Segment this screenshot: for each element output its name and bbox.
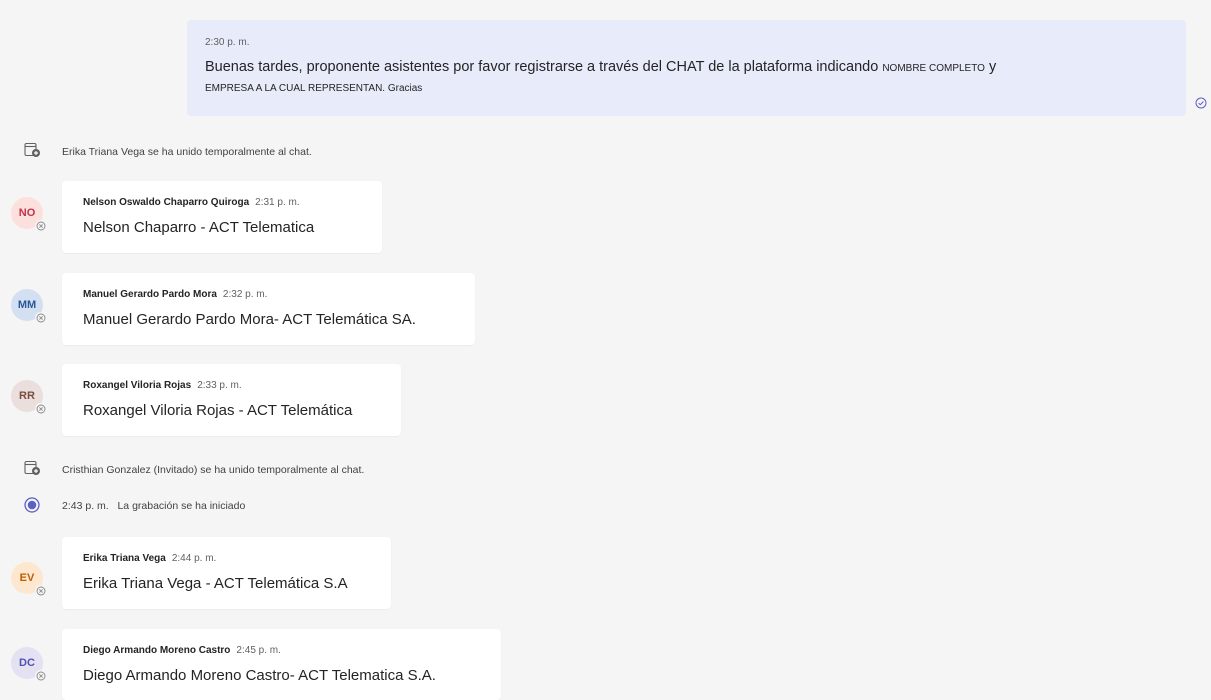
- own-message-text-b: y: [984, 59, 997, 75]
- avatar-initials: RR: [19, 390, 35, 402]
- sender-name: Nelson Oswaldo Chaparro Quiroga: [83, 197, 250, 208]
- own-message-time: 2:30 p. m.: [205, 37, 250, 48]
- offline-presence-icon: [35, 312, 46, 323]
- own-message-text: Buenas tardes, proponente asistentes por…: [205, 56, 1186, 96]
- message-text: Diego Armando Moreno Castro- ACT Telemat…: [83, 667, 436, 684]
- avatar-initials: EV: [19, 572, 35, 584]
- recording-icon: [24, 497, 40, 513]
- avatar[interactable]: MM: [11, 289, 46, 323]
- offline-presence-icon: [35, 220, 46, 231]
- message-text: Erika Triana Vega - ACT Telemática S.A: [83, 575, 348, 592]
- sender-name: Roxangel Viloria Rojas: [83, 380, 192, 391]
- avatar[interactable]: DC: [11, 647, 46, 681]
- sender-name: Diego Armando Moreno Castro: [83, 645, 231, 656]
- avatar[interactable]: EV: [11, 562, 46, 596]
- message-card[interactable]: Diego Armando Moreno Castro 2:45 p. m. Di…: [62, 629, 501, 700]
- message-time: 2:32 p. m.: [222, 289, 268, 300]
- offline-presence-icon: [35, 670, 46, 681]
- message-time: 2:44 p. m.: [171, 553, 217, 564]
- recording-event: 2:43 p. m. La grabación se ha iniciado: [62, 499, 245, 513]
- sender-name: Manuel Gerardo Pardo Mora: [83, 289, 217, 300]
- message-card[interactable]: Manuel Gerardo Pardo Mora 2:32 p. m. Manu…: [62, 273, 475, 345]
- avatar-initials: DC: [19, 657, 35, 669]
- avatar[interactable]: NO: [11, 197, 46, 231]
- recording-text: La grabación se ha iniciado: [117, 500, 246, 512]
- message-card[interactable]: Erika Triana Vega 2:44 p. m. Erika Triana…: [62, 537, 391, 609]
- avatar[interactable]: RR: [11, 380, 46, 414]
- message-time: 2:45 p. m.: [236, 645, 281, 656]
- recording-time: 2:43 p. m.: [62, 500, 109, 512]
- sender-name: Erika Triana Vega: [83, 553, 166, 564]
- offline-presence-icon: [35, 585, 46, 596]
- seen-check-icon: [1195, 97, 1207, 109]
- message-time: 2:31 p. m.: [255, 197, 300, 208]
- own-message-text-a: Buenas tardes, proponente asistentes por…: [205, 59, 883, 75]
- own-message-text-line2: EMPRESA A LA CUAL REPRESENTAN. Gracias: [205, 83, 423, 94]
- offline-presence-icon: [35, 403, 46, 414]
- message-text: Roxangel Viloria Rojas - ACT Telemática: [83, 402, 353, 419]
- message-text: Manuel Gerardo Pardo Mora- ACT Telemátic…: [83, 311, 416, 328]
- join-event-text: Cristhian Gonzalez (Invitado) se ha unid…: [62, 464, 365, 476]
- avatar-initials: MM: [17, 299, 37, 311]
- chat-join-icon: [24, 142, 40, 157]
- message-card[interactable]: Roxangel Viloria Rojas 2:33 p. m. Roxange…: [62, 364, 401, 436]
- message-card[interactable]: Nelson Oswaldo Chaparro Quiroga 2:31 p. m…: [62, 181, 382, 253]
- own-message-text-small-a: NOMBRE COMPLETO: [882, 63, 985, 74]
- message-text: Nelson Chaparro - ACT Telematica: [83, 219, 315, 236]
- own-message-bubble[interactable]: 2:30 p. m. Buenas tardes, proponente asi…: [187, 20, 1186, 116]
- avatar-initials: NO: [18, 207, 36, 219]
- join-event-text: Erika Triana Vega se ha unido temporalme…: [62, 146, 312, 158]
- chat-join-icon: [24, 460, 40, 475]
- message-time: 2:33 p. m.: [197, 380, 242, 391]
